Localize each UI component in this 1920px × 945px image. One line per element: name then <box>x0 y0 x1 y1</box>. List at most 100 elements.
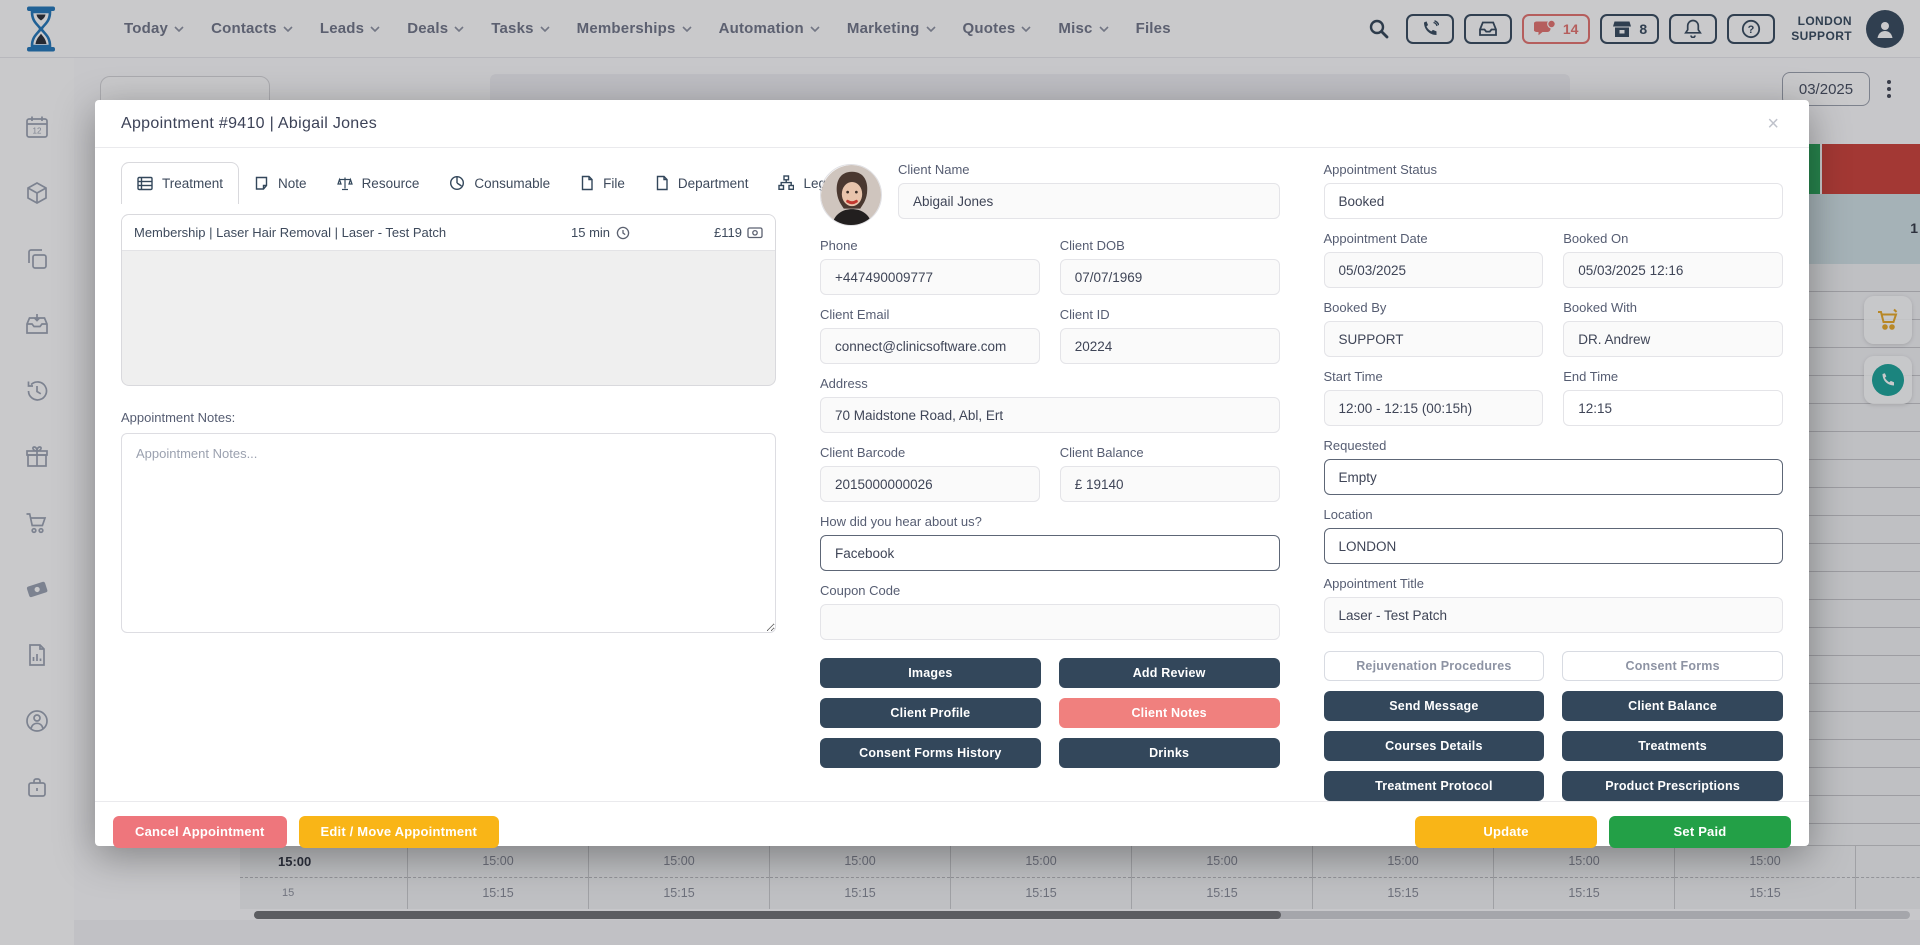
courses-details-button[interactable]: Courses Details <box>1324 731 1545 761</box>
file-icon <box>580 175 594 191</box>
set-paid-button[interactable]: Set Paid <box>1609 816 1791 848</box>
coupon-code-label: Coupon Code <box>820 583 1280 598</box>
treatment-name: Membership | Laser Hair Removal | Laser … <box>134 225 571 240</box>
update-button[interactable]: Update <box>1415 816 1597 848</box>
drinks-button[interactable]: Drinks <box>1059 738 1280 768</box>
start-time-field: 12:00 - 12:15 (00:15h) <box>1324 390 1544 426</box>
tab-consumable[interactable]: Consumable <box>434 162 565 204</box>
tab-label: Resource <box>362 176 420 191</box>
client-id-label: Client ID <box>1060 307 1280 322</box>
consent-forms-button[interactable]: Consent Forms <box>1562 651 1783 681</box>
tab-file[interactable]: File <box>565 162 640 204</box>
sitemap-icon <box>778 175 794 191</box>
appointment-actions: Rejuvenation Procedures Consent Forms Se… <box>1324 651 1784 801</box>
treatment-column: Treatment Note Resource Consumable File <box>121 162 776 801</box>
client-barcode-field: 2015000000026 <box>820 466 1040 502</box>
client-email-field: connect@clinicsoftware.com <box>820 328 1040 364</box>
client-dob-field: 07/07/1969 <box>1060 259 1280 295</box>
location-label: Location <box>1324 507 1784 522</box>
product-prescriptions-button[interactable]: Product Prescriptions <box>1562 771 1783 801</box>
appointment-title-input[interactable]: Laser - Test Patch <box>1324 597 1784 633</box>
client-column: Client Name Abigail Jones Phone +4474900… <box>820 162 1280 801</box>
tab-resource[interactable]: Resource <box>322 162 435 204</box>
tab-label: File <box>603 176 625 191</box>
tab-note[interactable]: Note <box>239 162 322 204</box>
appointment-date-label: Appointment Date <box>1324 231 1544 246</box>
note-icon <box>254 176 269 191</box>
edit-move-appointment-button[interactable]: Edit / Move Appointment <box>299 816 500 848</box>
modal-tabs: Treatment Note Resource Consumable File <box>121 162 776 204</box>
client-balance-button[interactable]: Client Balance <box>1562 691 1783 721</box>
booked-with-label: Booked With <box>1563 300 1783 315</box>
client-profile-button[interactable]: Client Profile <box>820 698 1041 728</box>
tab-label: Consumable <box>474 176 550 191</box>
appointment-status-label: Appointment Status <box>1324 162 1784 177</box>
send-message-button[interactable]: Send Message <box>1324 691 1545 721</box>
client-name-label: Client Name <box>898 162 1280 177</box>
price-value: £119 <box>714 225 742 240</box>
tab-treatment[interactable]: Treatment <box>121 162 239 204</box>
treatments-button[interactable]: Treatments <box>1562 731 1783 761</box>
appointment-notes-label: Appointment Notes: <box>121 410 776 425</box>
appointment-title-label: Appointment Title <box>1324 576 1784 591</box>
address-label: Address <box>820 376 1280 391</box>
tab-label: Treatment <box>162 176 223 191</box>
booked-on-field: 05/03/2025 12:16 <box>1563 252 1783 288</box>
duration-value: 15 min <box>571 225 610 240</box>
rejuvenation-procedures-button[interactable]: Rejuvenation Procedures <box>1324 651 1545 681</box>
booked-by-field: SUPPORT <box>1324 321 1544 357</box>
treatment-row[interactable]: Membership | Laser Hair Removal | Laser … <box>122 215 775 251</box>
phone-field: +447490009777 <box>820 259 1040 295</box>
modal-footer: Cancel Appointment Edit / Move Appointme… <box>95 801 1809 861</box>
booked-on-label: Booked On <box>1563 231 1783 246</box>
tab-department[interactable]: Department <box>640 162 764 204</box>
phone-label: Phone <box>820 238 1040 253</box>
clock-icon <box>616 226 630 240</box>
booked-by-label: Booked By <box>1324 300 1544 315</box>
client-balance-label: Client Balance <box>1060 445 1280 460</box>
client-barcode-label: Client Barcode <box>820 445 1040 460</box>
scales-icon <box>337 176 353 191</box>
treatment-icon <box>137 176 153 191</box>
address-field: 70 Maidstone Road, Abl, Ert <box>820 397 1280 433</box>
appointment-date-field: 05/03/2025 <box>1324 252 1544 288</box>
treatment-price: £119 <box>714 225 763 240</box>
referral-label: How did you hear about us? <box>820 514 1280 529</box>
close-icon[interactable]: × <box>1763 110 1783 138</box>
booked-with-field: DR. Andrew <box>1563 321 1783 357</box>
modal-body: Treatment Note Resource Consumable File <box>95 148 1809 801</box>
treatment-list-panel: Membership | Laser Hair Removal | Laser … <box>121 214 776 386</box>
file-icon <box>655 175 669 191</box>
requested-select[interactable]: Empty <box>1324 459 1784 495</box>
client-dob-label: Client DOB <box>1060 238 1280 253</box>
images-button[interactable]: Images <box>820 658 1041 688</box>
pie-icon <box>449 175 465 191</box>
client-name-field: Abigail Jones <box>898 183 1280 219</box>
consent-forms-history-button[interactable]: Consent Forms History <box>820 738 1041 768</box>
coupon-code-input[interactable] <box>820 604 1280 640</box>
client-id-field: 20224 <box>1060 328 1280 364</box>
tab-label: Department <box>678 176 749 191</box>
client-actions: Images Add Review Client Profile Client … <box>820 658 1280 768</box>
end-time-label: End Time <box>1563 369 1783 384</box>
modal-title: Appointment #9410 | Abigail Jones <box>121 115 377 133</box>
requested-label: Requested <box>1324 438 1784 453</box>
appointment-column: Appointment Status Booked Appointment Da… <box>1324 162 1784 801</box>
modal-header: Appointment #9410 | Abigail Jones × <box>95 100 1809 148</box>
client-photo <box>820 164 882 226</box>
start-time-label: Start Time <box>1324 369 1544 384</box>
end-time-input[interactable]: 12:15 <box>1563 390 1783 426</box>
add-review-button[interactable]: Add Review <box>1059 658 1280 688</box>
treatment-duration: 15 min <box>571 225 630 240</box>
banknote-icon <box>747 226 763 239</box>
location-select[interactable]: LONDON <box>1324 528 1784 564</box>
appointment-notes-input[interactable] <box>121 433 776 633</box>
appointment-status-select[interactable]: Booked <box>1324 183 1784 219</box>
cancel-appointment-button[interactable]: Cancel Appointment <box>113 816 287 848</box>
appointment-modal: Appointment #9410 | Abigail Jones × Trea… <box>95 100 1809 846</box>
treatment-protocol-button[interactable]: Treatment Protocol <box>1324 771 1545 801</box>
tab-label: Note <box>278 176 307 191</box>
client-notes-button[interactable]: Client Notes <box>1059 698 1280 728</box>
referral-select[interactable]: Facebook <box>820 535 1280 571</box>
client-email-label: Client Email <box>820 307 1040 322</box>
